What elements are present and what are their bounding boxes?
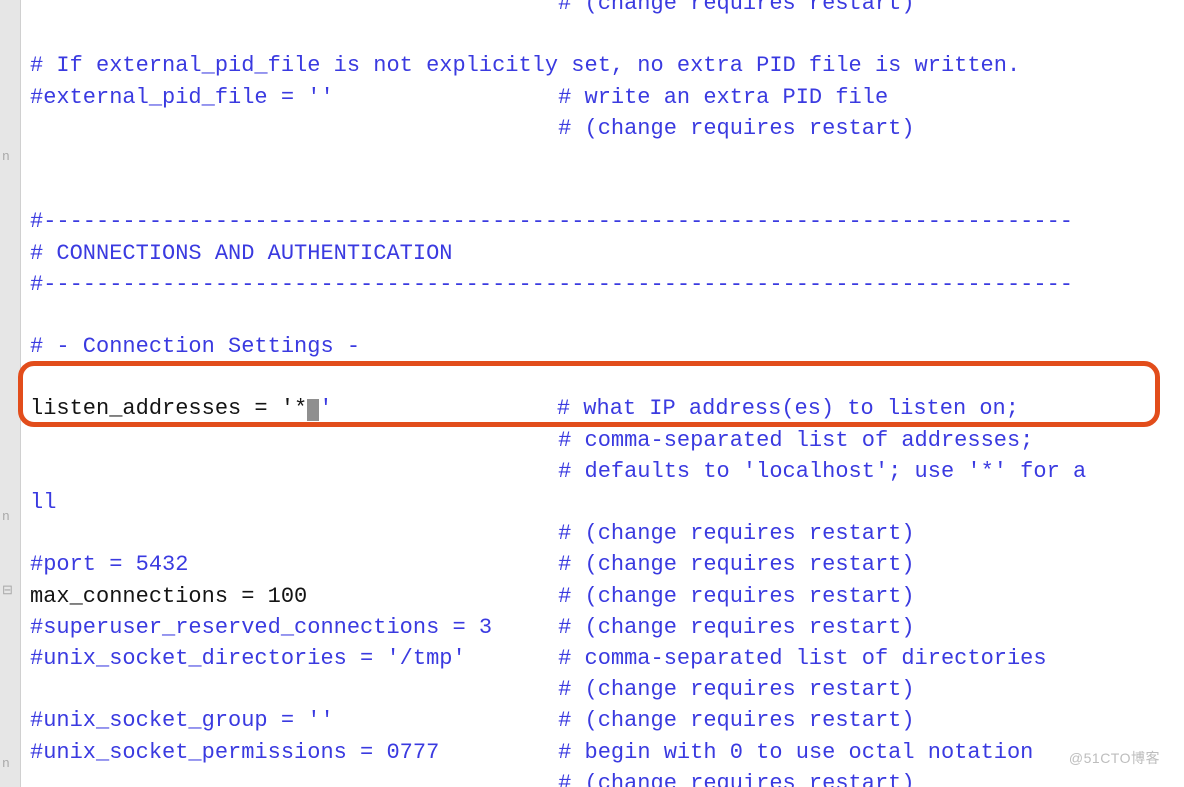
inline-comment: # (change requires restart): [558, 708, 914, 733]
whitespace: [30, 521, 558, 546]
inline-comment: # (change requires restart): [558, 552, 914, 577]
trailing-quote: ': [319, 396, 332, 421]
editor-gutter: n n ⊟ n: [0, 0, 21, 787]
code-line[interactable]: #port = 5432 # (change requires restart): [30, 549, 1086, 580]
whitespace: [30, 459, 558, 484]
comment-code: #superuser_reserved_connections = 3: [30, 615, 492, 640]
whitespace: [30, 116, 558, 141]
whitespace: [188, 552, 558, 577]
code-line[interactable]: [30, 362, 1086, 393]
inline-comment: # comma-separated list of directories: [558, 646, 1046, 671]
whitespace: [30, 0, 558, 16]
inline-comment: # begin with 0 to use octal notation: [558, 740, 1033, 765]
code-line[interactable]: # If external_pid_file is not explicitly…: [30, 50, 1086, 81]
text-cursor: [307, 399, 319, 421]
code-line[interactable]: [30, 144, 1086, 175]
whitespace: [439, 740, 558, 765]
inline-comment: # (change requires restart): [558, 521, 914, 546]
config-setting: listen_addresses = '*: [30, 396, 307, 421]
code-line[interactable]: listen_addresses = '* ' # what IP address…: [30, 393, 1086, 424]
comment-code: #port = 5432: [30, 552, 188, 577]
code-line[interactable]: [30, 175, 1086, 206]
inline-comment: # (change requires restart): [558, 116, 914, 141]
code-line[interactable]: # - Connection Settings -: [30, 331, 1086, 362]
code-line[interactable]: [30, 300, 1086, 331]
inline-comment: # comma-separated list of addresses;: [558, 428, 1033, 453]
code-line[interactable]: # (change requires restart): [30, 113, 1086, 144]
code-line[interactable]: #unix_socket_group = '' # (change requir…: [30, 705, 1086, 736]
comment-code: ll: [30, 490, 56, 515]
whitespace: [332, 396, 556, 421]
inline-comment: # what IP address(es) to listen on;: [557, 396, 1019, 421]
code-line[interactable]: #external_pid_file = '' # write an extra…: [30, 82, 1086, 113]
inline-comment: # (change requires restart): [558, 584, 914, 609]
code-line[interactable]: # comma-separated list of addresses;: [30, 425, 1086, 456]
code-line[interactable]: max_connections = 100 # (change requires…: [30, 581, 1086, 612]
inline-comment: # write an extra PID file: [558, 85, 888, 110]
comment-code: #external_pid_file = '': [30, 85, 334, 110]
comment-code: #---------------------------------------…: [30, 272, 1073, 297]
code-line[interactable]: #unix_socket_directories = '/tmp' # comm…: [30, 643, 1086, 674]
whitespace: [30, 428, 558, 453]
comment-code: #unix_socket_permissions = 0777: [30, 740, 439, 765]
whitespace: [466, 646, 558, 671]
whitespace: [492, 615, 558, 640]
code-content[interactable]: # (change requires restart) # If external…: [30, 0, 1086, 787]
code-line[interactable]: # (change requires restart): [30, 674, 1086, 705]
code-line[interactable]: # (change requires restart): [30, 768, 1086, 787]
whitespace: [307, 584, 558, 609]
comment-code: #---------------------------------------…: [30, 209, 1073, 234]
code-line[interactable]: #unix_socket_permissions = 0777 # begin …: [30, 737, 1086, 768]
text-editor-viewport[interactable]: n n ⊟ n # (change requires restart) # If ext…: [0, 0, 1184, 787]
whitespace: [30, 677, 558, 702]
comment-code: # - Connection Settings -: [30, 334, 360, 359]
code-line[interactable]: # (change requires restart): [30, 518, 1086, 549]
comment-code: #unix_socket_group = '': [30, 708, 334, 733]
inline-comment: # (change requires restart): [558, 0, 914, 16]
gutter-mark: n: [2, 508, 18, 528]
whitespace: [30, 771, 558, 787]
code-line[interactable]: ll: [30, 487, 1086, 518]
comment-code: # If external_pid_file is not explicitly…: [30, 53, 1020, 78]
watermark-text: @51CTO博客: [1069, 749, 1160, 769]
code-line[interactable]: #---------------------------------------…: [30, 269, 1086, 300]
inline-comment: # (change requires restart): [558, 677, 914, 702]
code-line[interactable]: #superuser_reserved_connections = 3 # (c…: [30, 612, 1086, 643]
whitespace: [334, 85, 558, 110]
inline-comment: # (change requires restart): [558, 615, 914, 640]
comment-code: # CONNECTIONS AND AUTHENTICATION: [30, 241, 452, 266]
code-line[interactable]: # CONNECTIONS AND AUTHENTICATION: [30, 238, 1086, 269]
gutter-mark: n: [2, 755, 18, 775]
code-line[interactable]: #---------------------------------------…: [30, 206, 1086, 237]
code-line[interactable]: # defaults to 'localhost'; use '*' for a: [30, 456, 1086, 487]
inline-comment: # defaults to 'localhost'; use '*' for a: [558, 459, 1086, 484]
inline-comment: # (change requires restart): [558, 771, 914, 787]
whitespace: [334, 708, 558, 733]
gutter-mark: n: [2, 148, 18, 168]
comment-code: #unix_socket_directories = '/tmp': [30, 646, 466, 671]
code-line[interactable]: # (change requires restart): [30, 0, 1086, 19]
gutter-mark: ⊟: [2, 582, 18, 602]
code-line[interactable]: [30, 19, 1086, 50]
config-setting: max_connections = 100: [30, 584, 307, 609]
